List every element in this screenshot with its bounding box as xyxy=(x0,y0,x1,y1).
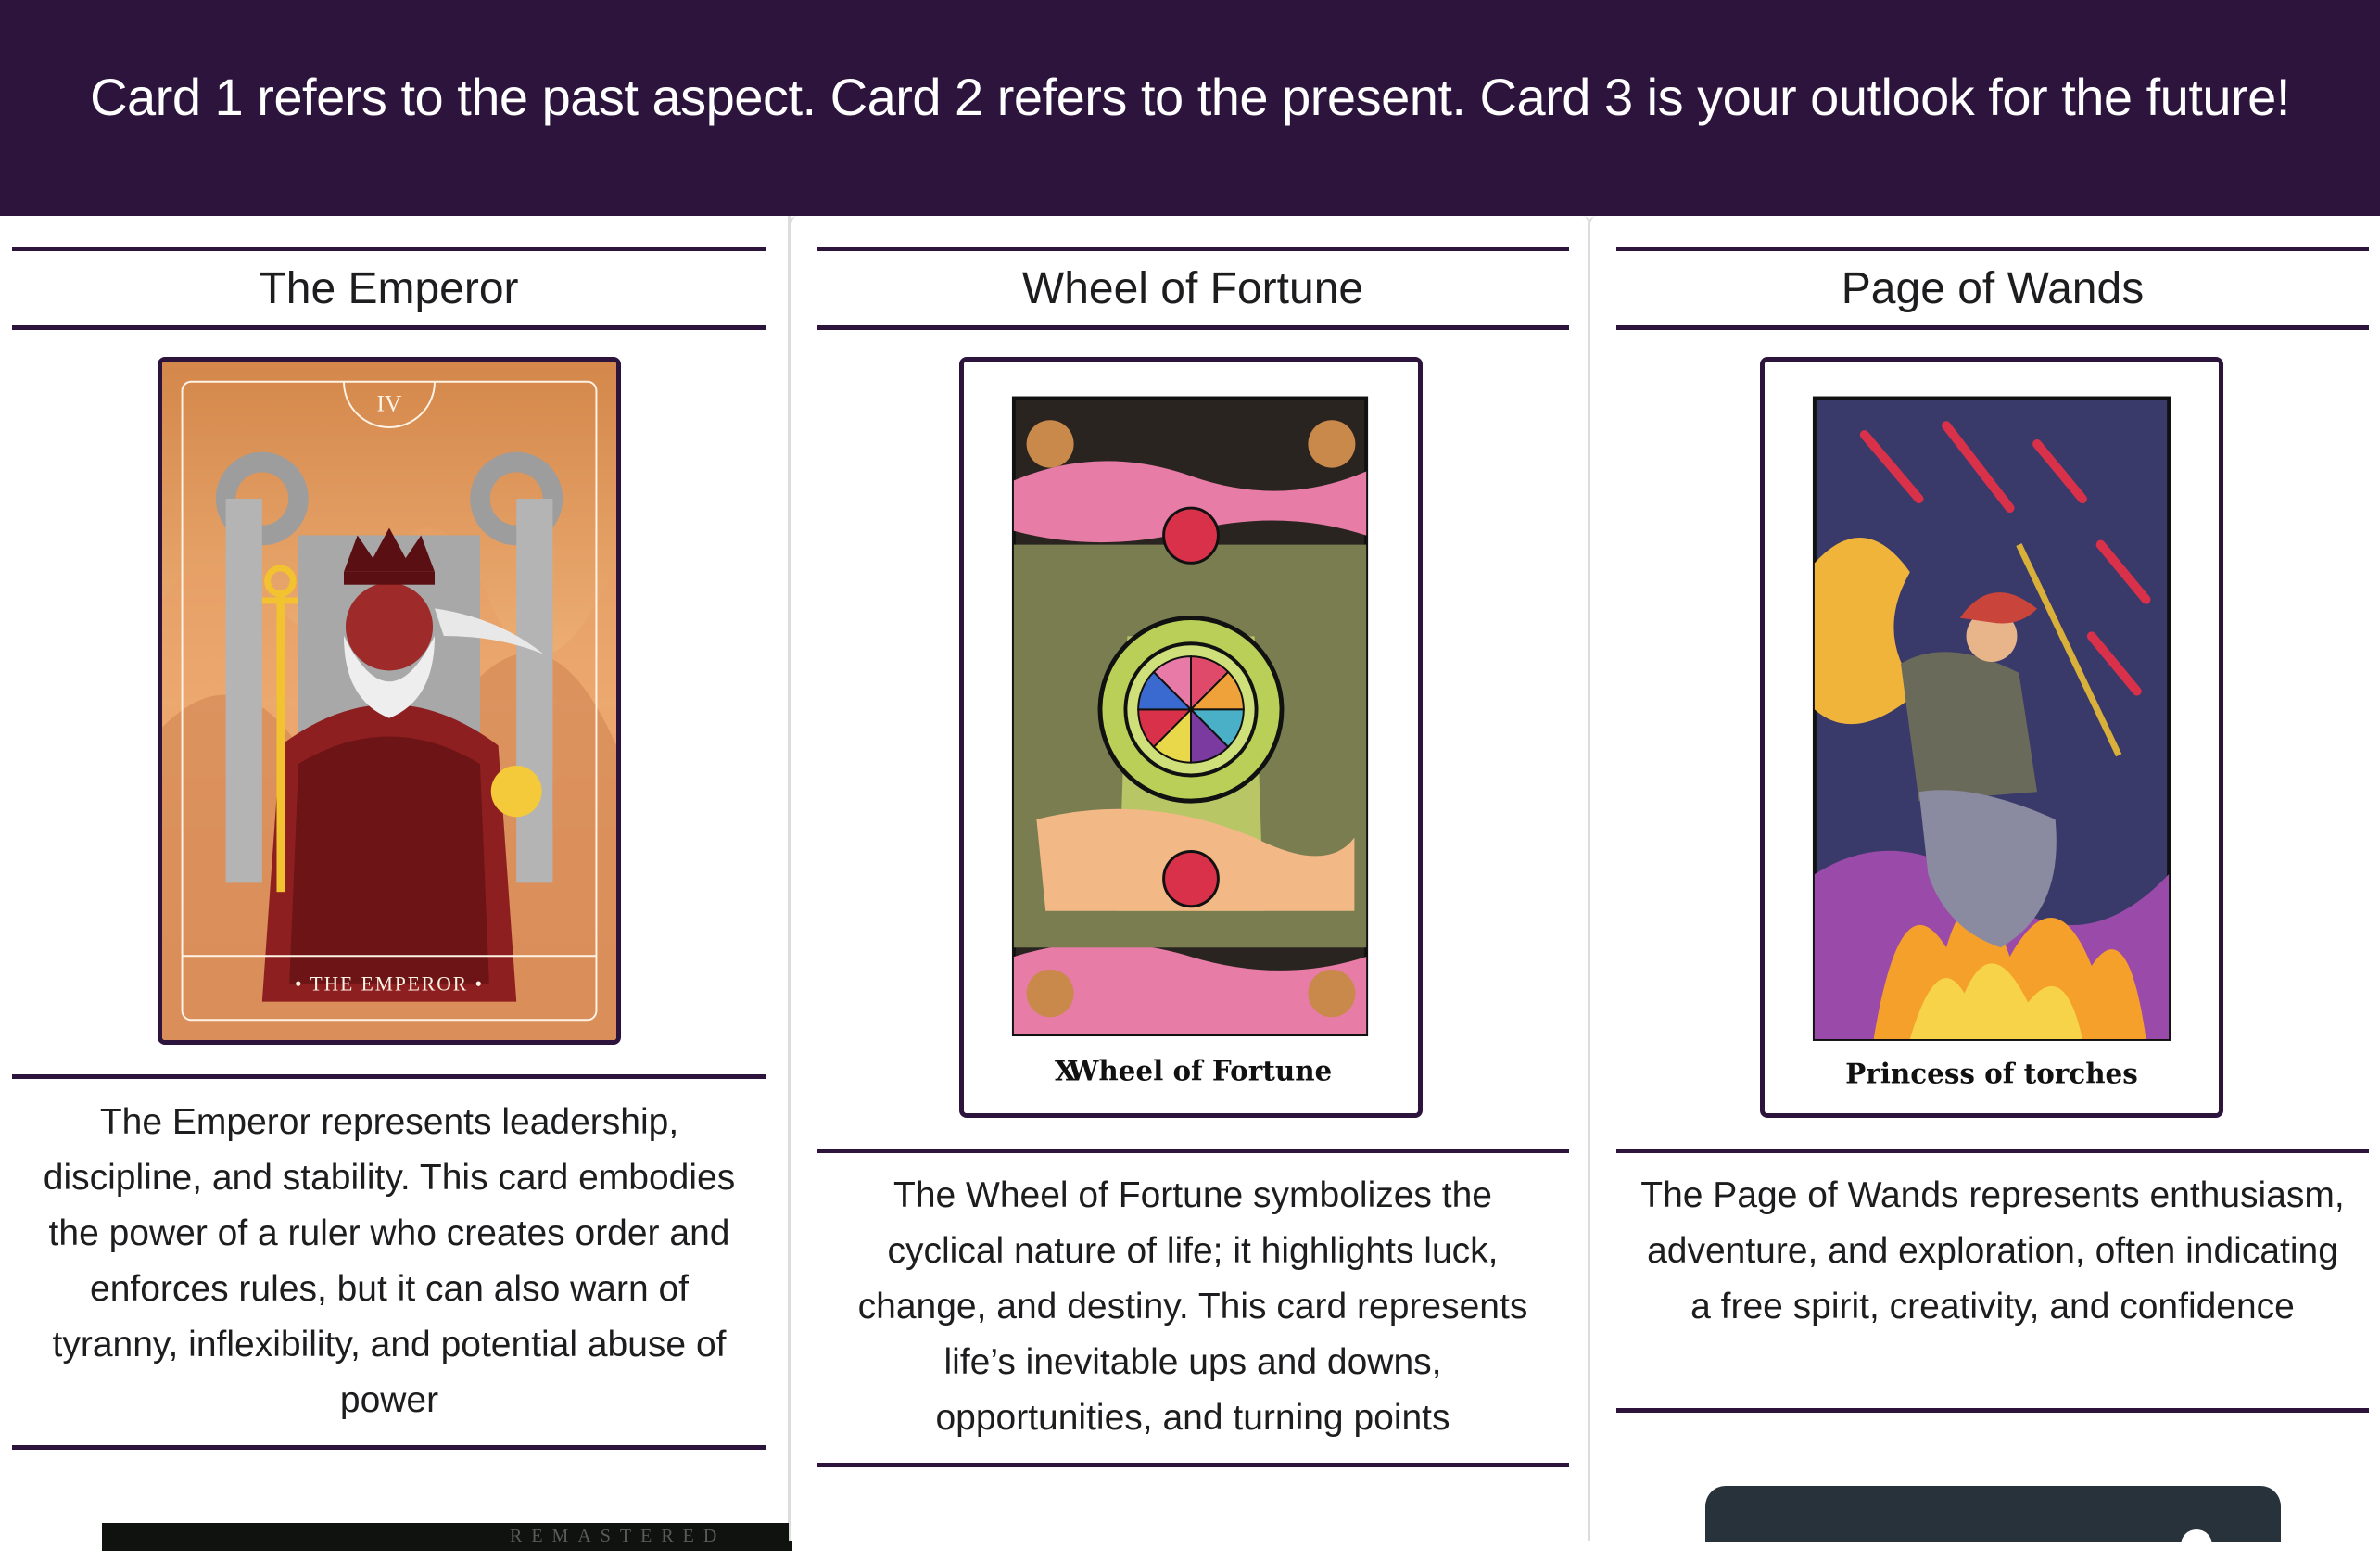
divider xyxy=(1616,1408,2369,1413)
card-image-page-of-wands: Princess of torches xyxy=(1760,357,2223,1118)
divider xyxy=(817,1463,1569,1467)
card-caption: Princess of torches xyxy=(1845,1057,2138,1089)
card-column-future: Page of Wands Princess of torches The Pa… xyxy=(1588,216,2380,1561)
card-description: The Emperor represents leadership, disci… xyxy=(43,1102,736,1420)
instructions-text: Card 1 refers to the past aspect. Card 2… xyxy=(90,68,2290,126)
card-numeral: IV xyxy=(377,389,402,416)
divider xyxy=(1616,1149,2369,1153)
divider xyxy=(817,1149,1569,1153)
card-title: The Emperor xyxy=(12,247,766,330)
card-description: The Page of Wands represents enthusiasm,… xyxy=(1640,1175,2345,1326)
card-image-wheel-of-fortune: X Wheel of Fortune xyxy=(959,357,1423,1118)
card-image-emperor: • THE EMPEROR • IV xyxy=(158,357,621,1045)
divider xyxy=(12,1074,766,1079)
card-column-past: The Emperor • THE EMPEROR • IV The Emper… xyxy=(0,216,792,1551)
card-description: The Wheel of Fortune symbolizes the cycl… xyxy=(857,1175,1528,1438)
card-title: Page of Wands xyxy=(1616,247,2369,330)
preview-label: REMASTERED xyxy=(510,1526,727,1546)
toggle-knob-icon[interactable] xyxy=(2181,1529,2212,1561)
card-caption: Wheel of Fortune xyxy=(1067,1054,1332,1086)
instructions-banner: Card 1 refers to the past aspect. Card 2… xyxy=(0,0,2380,216)
card-column-present: Wheel of Fortune X Wheel of Fortune The … xyxy=(789,216,1591,1541)
card-title: Wheel of Fortune xyxy=(817,247,1569,330)
divider xyxy=(12,1445,766,1450)
card-caption: • THE EMPEROR • xyxy=(295,973,484,996)
